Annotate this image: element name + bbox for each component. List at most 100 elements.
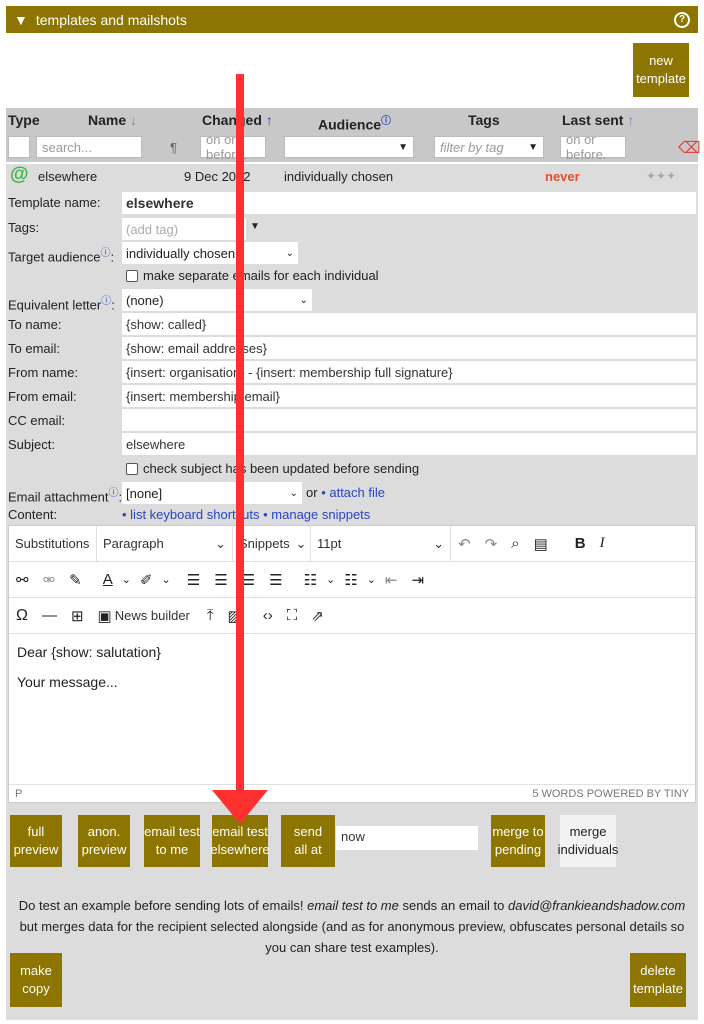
templates-section-header[interactable]: ▼ templates and mailshots ? [6,6,698,33]
numbered-list-icon[interactable]: ☷ [344,571,357,589]
to-name-input[interactable]: {show: called} [122,313,696,335]
eraser-icon[interactable]: ⌫ [678,138,701,158]
content-label: Content: [8,507,58,522]
from-email-input[interactable]: {insert: membership email} [122,385,696,407]
type-filter[interactable] [8,136,30,158]
letter-help-icon[interactable]: ⓘ [101,296,111,307]
merge-individuals-button[interactable]: merge individuals [558,815,618,867]
attach-file-link[interactable]: • attach file [321,485,385,500]
align-center-icon[interactable]: ☰ [214,571,227,589]
equivalent-letter-select[interactable]: (none) ⌄ [122,289,312,311]
search-icon[interactable]: ⌕ [511,535,519,552]
merge-to-pending-button[interactable]: merge to pending [491,815,545,867]
paragraph-select[interactable]: Paragraph ⌄ [97,525,233,562]
to-email-input[interactable]: {show: email addresses} [122,337,696,359]
highlight-color-icon[interactable]: ✐ [140,571,153,589]
help-text-email: david@frankieandshadow.com [507,898,686,913]
text-color-icon[interactable]: A [103,571,113,588]
chevron-down-icon[interactable]: ⌄ [367,573,376,586]
table-icon[interactable]: ⊞ [71,607,84,625]
redo-icon[interactable]: ↷ [485,535,498,553]
column-tags[interactable]: Tags [468,112,500,128]
upload-icon[interactable]: ⤒ [207,607,214,624]
delete-template-button[interactable]: delete template [630,953,686,1007]
editor-content[interactable]: Dear {show: salutation} Your message... [9,634,695,784]
snippets-menu[interactable]: Snippets ⌄ [233,525,311,562]
audience-help-icon[interactable]: ⓘ [381,116,391,127]
help-text-part: Do test an example before sending lots o… [18,898,308,913]
fullscreen-icon[interactable]: ⛶ [287,607,298,624]
from-name-input[interactable]: {insert: organisation} - {insert: member… [122,361,696,383]
send-all-at-button[interactable]: send all at [281,815,335,867]
help-icon[interactable]: ? [674,11,690,28]
collapse-triangle-icon[interactable]: ▼ [14,12,28,28]
bold-icon[interactable]: B [575,535,586,552]
make-copy-button[interactable]: make copy [10,953,62,1007]
snippets-label: Snippets [239,536,290,551]
substitutions-menu[interactable]: Substitutions [9,525,97,562]
send-at-input[interactable]: now [336,826,478,850]
special-character-icon[interactable]: Ω [16,607,28,625]
news-builder-button[interactable]: News builder [115,608,190,623]
attachment-help-icon[interactable]: ⓘ [108,488,118,499]
link-icon[interactable]: ⚯ [16,571,29,589]
changed-filter-input[interactable]: on or before. [200,132,266,162]
search-input[interactable]: search... [36,136,142,158]
anon-preview-button[interactable]: anon. preview [78,815,130,867]
chevron-down-icon[interactable]: ⌄ [162,573,171,586]
email-attachment-select[interactable]: [none] ⌄ [122,482,302,504]
paste-icon[interactable]: ▤ [534,535,548,553]
align-left-icon[interactable]: ☰ [187,571,200,589]
column-audience[interactable]: Audienceⓘ [318,112,391,133]
pin-icons[interactable]: ✦✦✦ [646,169,676,183]
format-painter-icon[interactable]: ✎ [69,571,82,589]
tags-filter-select[interactable]: filter by tag ▼ [434,136,544,158]
indent-icon[interactable]: ⇥ [412,571,425,589]
tags-dropdown-icon[interactable]: ▼ [250,221,260,232]
column-last-sent[interactable]: Last sent ↑ [562,112,634,128]
equivalent-letter-label: Equivalent letterⓘ: [8,296,115,313]
checkbox-box[interactable] [126,462,138,475]
separate-emails-checkbox[interactable]: make separate emails for each individual [126,268,379,283]
rich-text-editor[interactable]: Substitutions Paragraph ⌄ Snippets ⌄ 11pt ⌄… [8,525,696,803]
last-sent-filter-input[interactable]: on or before. [560,132,626,162]
row-name: elsewhere [38,168,98,184]
cc-email-input[interactable] [122,409,696,431]
horizontal-rule-icon[interactable]: — [42,607,57,624]
new-template-button[interactable]: new template [633,43,689,97]
table-row[interactable]: @ elsewhere 9 Dec 2022 individually chos… [6,164,698,188]
unlink-icon[interactable]: ⚮ [43,571,56,589]
align-justify-icon[interactable]: ☰ [269,571,282,589]
chevron-down-icon[interactable]: ⌄ [326,573,335,586]
template-name-input[interactable]: elsewhere [122,192,696,214]
italic-icon[interactable]: I [600,535,605,552]
target-audience-label: Target audienceⓘ: [8,248,115,265]
manage-snippets-link[interactable]: • manage snippets [263,507,370,522]
content-line-salutation: Dear {show: salutation} [17,644,161,660]
full-preview-button[interactable]: full preview [10,815,62,867]
audience-filter-select[interactable]: ▼ [284,136,414,158]
subject-input[interactable]: elsewhere [122,433,696,455]
checkbox-box[interactable] [126,269,138,282]
undo-icon[interactable]: ↶ [458,535,471,553]
source-code-icon[interactable]: ‹› [263,607,273,624]
outdent-icon[interactable]: ⇤ [385,571,398,589]
font-size-select[interactable]: 11pt ⌄ [311,525,451,562]
paragraph-label: Paragraph [103,536,164,551]
row-last-sent: never [545,168,580,184]
tags-label: Tags: [8,220,40,235]
column-type[interactable]: Type [8,112,40,128]
check-subject-checkbox[interactable]: check subject has been updated before se… [126,461,419,476]
popout-help-icon[interactable]: ⇗ [311,607,324,625]
chevron-down-icon[interactable]: ⌄ [122,573,131,586]
audience-help-icon[interactable]: ⓘ [101,248,111,259]
email-test-to-me-button[interactable]: email test to me [144,815,200,867]
target-audience-select[interactable]: individually chosen ⌄ [122,242,298,264]
row-audience: individually chosen [284,168,394,184]
element-path: P [15,787,23,800]
column-name[interactable]: Name ↓ [88,112,137,128]
tags-input[interactable]: (add tag) [122,218,246,240]
pilcrow-icon[interactable]: ¶ [170,140,177,155]
news-builder-icon[interactable]: ▣ [98,607,112,625]
bullet-list-icon[interactable]: ☷ [304,571,317,589]
